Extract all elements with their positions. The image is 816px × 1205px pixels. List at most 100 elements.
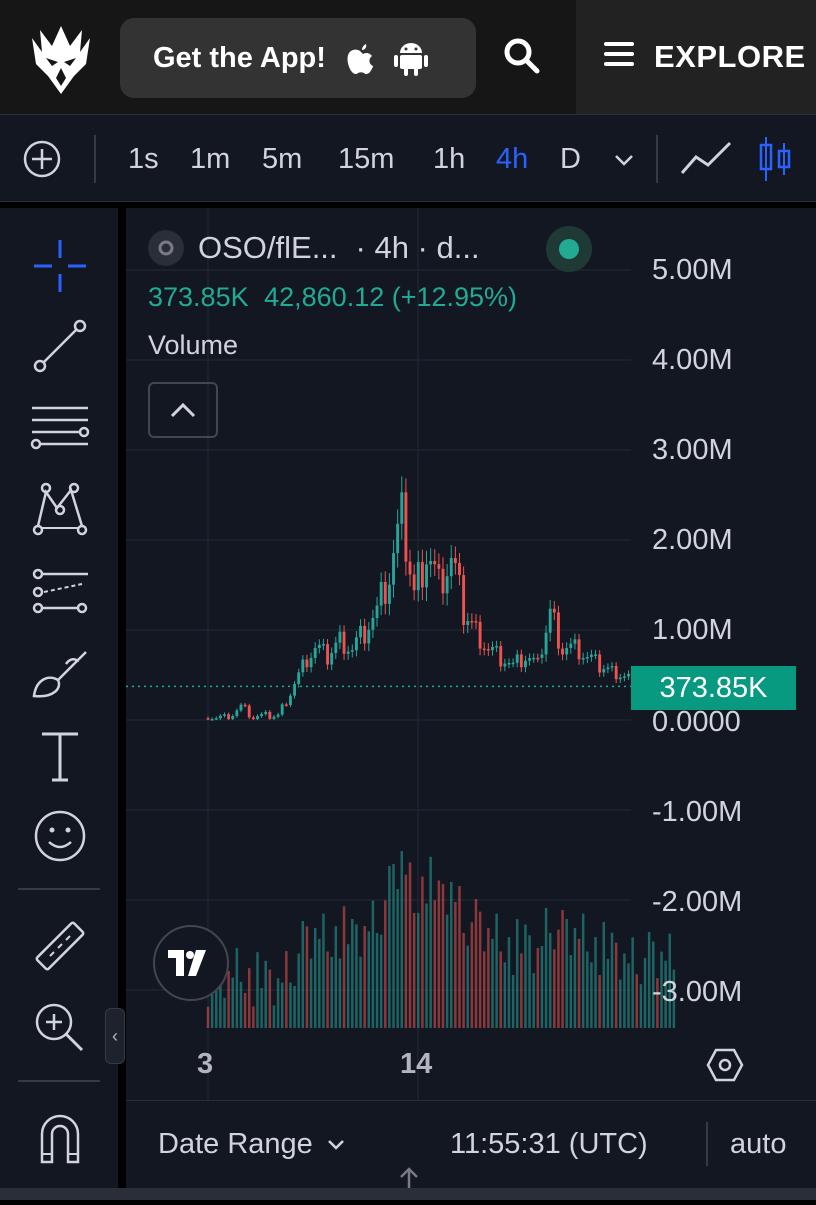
- candle-body: [622, 676, 626, 678]
- candle-body: [437, 564, 441, 569]
- settings-hexagon-icon[interactable]: [706, 1046, 744, 1089]
- volume-bar: [540, 946, 544, 1028]
- timeframe-4h[interactable]: 4h: [496, 143, 528, 176]
- volume-bar: [569, 955, 573, 1028]
- candle-body: [412, 574, 416, 591]
- symbol-name[interactable]: OSO/flE...: [198, 230, 338, 266]
- date-range-label: Date Range: [158, 1128, 313, 1160]
- candle-body: [297, 672, 301, 684]
- candle-body: [606, 667, 610, 670]
- trend-line-icon[interactable]: [30, 316, 90, 381]
- candle-body: [441, 568, 445, 594]
- ruler-icon[interactable]: [30, 916, 90, 981]
- volume-bar: [643, 958, 647, 1028]
- volume-bar: [342, 906, 346, 1028]
- volume-bar: [392, 864, 395, 1028]
- volume-bar: [548, 933, 552, 1028]
- tool-divider: [18, 888, 100, 890]
- line-chart-icon[interactable]: [680, 139, 732, 184]
- volume-bar: [594, 937, 597, 1028]
- volume-bar: [627, 963, 630, 1028]
- crosshair-icon[interactable]: [30, 236, 90, 301]
- zoom-in-icon[interactable]: [30, 998, 90, 1063]
- volume-bar: [313, 928, 317, 1028]
- toolbar-divider: [656, 135, 658, 183]
- volume-bar: [586, 951, 589, 1028]
- timeframe-1s[interactable]: 1s: [128, 143, 159, 176]
- search-icon[interactable]: [502, 36, 542, 81]
- candle-body: [528, 658, 532, 661]
- timeframe-1m[interactable]: 1m: [190, 143, 230, 176]
- eagle-logo-icon[interactable]: [30, 24, 92, 96]
- chevron-down-icon[interactable]: [614, 153, 634, 171]
- volume-bar: [482, 951, 486, 1028]
- candle-body: [404, 492, 408, 562]
- candle-body: [466, 621, 470, 625]
- volume-bar: [458, 886, 461, 1028]
- candle-body: [470, 621, 474, 623]
- candle-body: [400, 492, 404, 524]
- candle-body: [561, 648, 565, 655]
- explore-menu-button[interactable]: EXPLORE: [576, 0, 816, 114]
- candle-body: [416, 562, 420, 591]
- candle-body: [223, 714, 226, 716]
- emoji-icon[interactable]: [30, 806, 90, 871]
- volume-bar: [379, 934, 383, 1028]
- candle-body: [321, 644, 325, 646]
- timeframe-5m[interactable]: 5m: [262, 143, 302, 176]
- candle-body: [264, 711, 268, 714]
- volume-bar: [268, 969, 272, 1028]
- volume-bar: [565, 919, 568, 1028]
- candle-body: [206, 718, 210, 720]
- date-range-button[interactable]: Date Range: [158, 1128, 345, 1161]
- magnet-icon[interactable]: [30, 1108, 90, 1173]
- volume-bar: [388, 866, 391, 1028]
- ohlc-values: 373.85K 42,860.12 (+12.95%): [148, 282, 517, 313]
- volume-bar: [491, 938, 494, 1028]
- toolbar-collapse-handle[interactable]: ‹: [105, 1008, 125, 1064]
- volume-bar: [280, 982, 284, 1028]
- candlestick-chart-icon[interactable]: [758, 135, 794, 188]
- chart-toolbar: 1s 1m 5m 15m 1h 4h D: [0, 114, 816, 202]
- indicator-volume-label[interactable]: Volume: [148, 330, 238, 361]
- volume-bar: [421, 876, 424, 1028]
- forecast-icon[interactable]: [30, 562, 90, 627]
- candle-body: [313, 648, 317, 658]
- volume-bar: [536, 948, 540, 1028]
- candle-body: [433, 561, 437, 565]
- text-tool-icon[interactable]: [30, 726, 90, 791]
- volume-bar: [495, 913, 498, 1028]
- timeframe-15m[interactable]: 15m: [338, 143, 394, 176]
- timeframe-d[interactable]: D: [560, 143, 581, 176]
- android-icon: [393, 39, 428, 77]
- volume-bar: [223, 997, 226, 1028]
- volume-bar: [363, 926, 366, 1028]
- timeframe-1h[interactable]: 1h: [433, 143, 465, 176]
- volume-bar: [602, 921, 606, 1028]
- price-axis-label: 3.00M: [652, 434, 733, 466]
- brush-icon[interactable]: [30, 644, 90, 709]
- volume-bar: [309, 958, 313, 1028]
- candle-body: [330, 653, 334, 665]
- add-symbol-icon[interactable]: [22, 139, 62, 184]
- volume-bar: [252, 1006, 255, 1028]
- utc-clock[interactable]: 11:55:31 (UTC): [450, 1128, 648, 1161]
- volume-bar: [553, 949, 556, 1028]
- volume-bar: [441, 884, 445, 1028]
- get-app-button[interactable]: Get the App!: [120, 18, 476, 98]
- volume-bar: [515, 919, 519, 1028]
- pattern-icon[interactable]: [30, 480, 90, 545]
- volume-bar: [462, 933, 465, 1028]
- collapse-legend-button[interactable]: [148, 382, 218, 438]
- volume-bar: [272, 1005, 276, 1028]
- fib-retracement-icon[interactable]: [30, 398, 90, 463]
- auto-scale-toggle[interactable]: auto: [730, 1128, 786, 1161]
- candle-body: [507, 663, 511, 665]
- price-axis-label: 0.0000: [652, 706, 741, 738]
- volume-bar: [256, 952, 259, 1028]
- tradingview-logo-icon[interactable]: [153, 925, 229, 1001]
- volume-bar: [577, 938, 581, 1028]
- volume-bar: [503, 962, 507, 1028]
- volume-bar: [466, 945, 469, 1028]
- volume-bar: [351, 919, 354, 1028]
